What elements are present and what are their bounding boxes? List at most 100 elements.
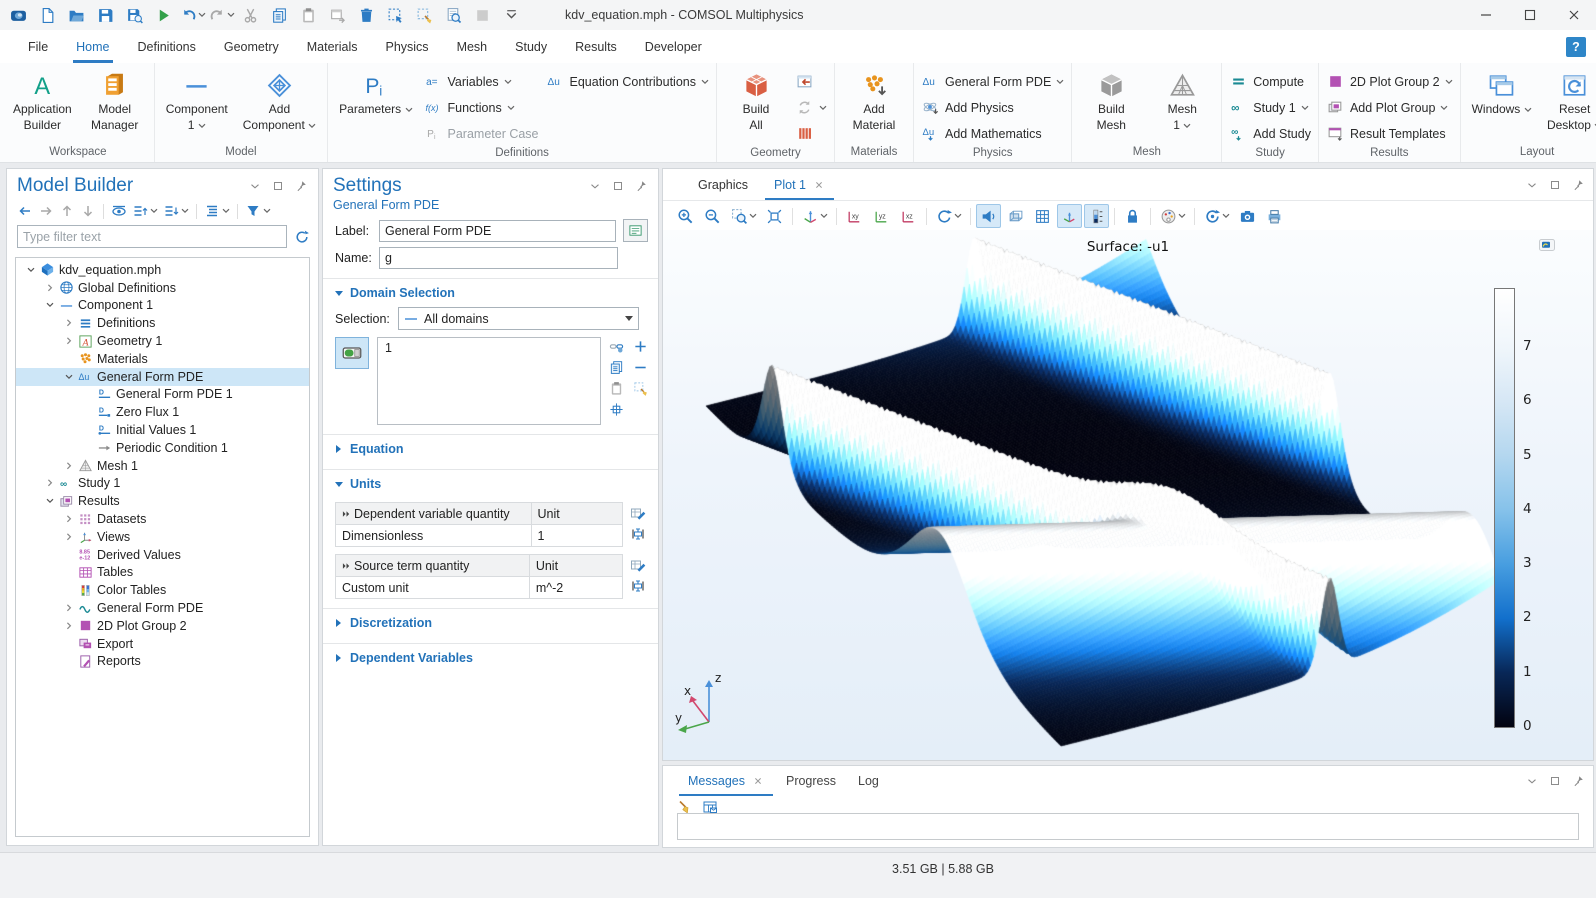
active-toggle-button[interactable] [335,337,369,369]
tree-item[interactable]: Tables [16,564,309,582]
add-component-button[interactable]: AddComponent [239,66,320,134]
view-xz-button[interactable]: xz [896,204,921,228]
tree-expander[interactable] [24,265,38,275]
run-button[interactable] [150,3,177,28]
zoom-out-button[interactable] [700,204,725,228]
section-units[interactable]: Units [323,470,658,495]
tree-item[interactable]: General Form PDE [16,599,309,617]
snapshot-button[interactable] [1235,204,1260,228]
tree-item[interactable]: DGeneral Form PDE 1 [16,386,309,404]
component-1-button[interactable]: Component1 [162,66,232,134]
pin-icon[interactable] [294,179,308,193]
build-all-button[interactable]: BuildAll [724,66,788,134]
tree-item[interactable]: Reports [16,653,309,671]
panel-menu-icon[interactable] [248,179,262,193]
domain-list-item[interactable]: 1 [385,341,593,355]
tree-item[interactable]: Datasets [16,510,309,528]
tree-expander[interactable] [62,372,76,382]
close-tab-icon[interactable] [752,775,764,787]
selection-dropdown[interactable]: All domains [398,307,639,330]
menu-physics[interactable]: Physics [371,30,442,63]
tree-item[interactable]: ∞Study 1 [16,475,309,493]
label-input[interactable] [379,220,616,242]
view-xy-button[interactable]: xy [842,204,867,228]
zoom-box-button[interactable] [727,204,760,228]
pin-icon[interactable] [1571,178,1585,192]
axis-orientation-button[interactable] [1057,204,1082,228]
print-button[interactable] [1262,204,1287,228]
tree-item[interactable]: Mesh 1 [16,457,309,475]
filter-button[interactable] [245,203,271,219]
virtual-operations-button[interactable] [795,121,827,146]
domain-selection-list[interactable]: 1 [377,337,601,425]
windows-button[interactable]: Windows [1468,66,1536,118]
zoom-to-selection-button[interactable] [609,402,624,417]
model-tree-order-button[interactable] [204,203,230,219]
change-unit-button[interactable] [630,578,646,594]
edit-table-button[interactable] [630,557,646,573]
menu-definitions[interactable]: Definitions [124,30,210,63]
tree-expander[interactable] [62,514,76,524]
section-discretization[interactable]: Discretization [323,609,658,634]
select-frame-button[interactable] [382,3,409,28]
find-button[interactable] [440,3,467,28]
tree-expander[interactable] [43,478,57,488]
parameters-button[interactable]: PiParameters [335,66,416,118]
result-templates-button[interactable]: Result Templates [1326,121,1453,146]
panel-menu-icon[interactable] [1525,774,1539,788]
tree-item[interactable]: Color Tables [16,581,309,599]
minimize-button[interactable] [1464,0,1508,30]
float-panel-icon[interactable] [271,179,285,193]
close-tab-icon[interactable] [813,179,825,191]
tree-item[interactable]: Views [16,528,309,546]
clear-frame-button[interactable] [411,3,438,28]
tree-item[interactable]: 2D Plot Group 2 [16,617,309,635]
dependent-variable-quantity-table[interactable]: Dependent variable quantityUnitDimension… [335,502,623,547]
menu-results[interactable]: Results [561,30,631,63]
add-study-button[interactable]: ∞Add Study [1229,121,1311,146]
float-panel-icon[interactable] [611,179,625,193]
tree-expander[interactable] [62,336,76,346]
tree-item[interactable]: ΔuGeneral Form PDE [16,368,309,386]
menu-mesh[interactable]: Mesh [443,30,502,63]
plot-group-2-button[interactable]: 2D Plot Group 2 [1326,69,1453,94]
tree-item[interactable]: AGeometry 1 [16,332,309,350]
remove-from-selection-button[interactable] [633,360,648,375]
tab-log[interactable]: Log [847,766,890,796]
paste-selection-button[interactable] [609,381,624,396]
equation-contributions-button[interactable]: ΔuEquation Contributions [546,69,709,94]
cut-button[interactable] [237,3,264,28]
refresh-icon[interactable] [294,229,310,245]
tree-expander[interactable] [43,300,57,310]
tree-item[interactable]: Results [16,492,309,510]
model-manager-button[interactable]: ModelManager [83,66,147,134]
transparency-button[interactable] [1003,204,1028,228]
help-button[interactable]: ? [1566,37,1586,57]
menu-geometry[interactable]: Geometry [210,30,293,63]
color-legend-button[interactable] [1084,204,1109,228]
update-plot-button[interactable] [1200,204,1233,228]
view-yz-button[interactable]: yz [869,204,894,228]
clear-selection-button[interactable] [633,381,648,396]
variables-button[interactable]: a=Variables [424,69,539,94]
tree-expander[interactable] [62,461,76,471]
application-builder-button[interactable]: AApplicationBuilder [9,66,76,134]
compute-button[interactable]: Compute [1229,69,1311,94]
tree-item[interactable]: kdv_equation.mph [16,261,309,279]
menu-home[interactable]: Home [62,30,123,63]
lock-view-button[interactable] [1120,204,1145,228]
section-equation[interactable]: Equation [323,435,658,460]
save-button[interactable] [92,3,119,28]
float-panel-icon[interactable] [1548,774,1562,788]
nav-forward-button[interactable] [38,203,54,219]
add-physics-button[interactable]: Add Physics [921,95,1064,120]
zoom-extents-button[interactable] [762,204,787,228]
save-find-button[interactable] [121,3,148,28]
tab-graphics[interactable]: Graphics [685,169,761,200]
maximize-button[interactable] [1508,0,1552,30]
nav-back-button[interactable] [17,203,33,219]
tree-expander[interactable] [43,496,57,506]
move-up-button[interactable] [59,203,75,219]
change-unit-button[interactable] [630,526,646,542]
tree-item[interactable]: Component 1 [16,297,309,315]
